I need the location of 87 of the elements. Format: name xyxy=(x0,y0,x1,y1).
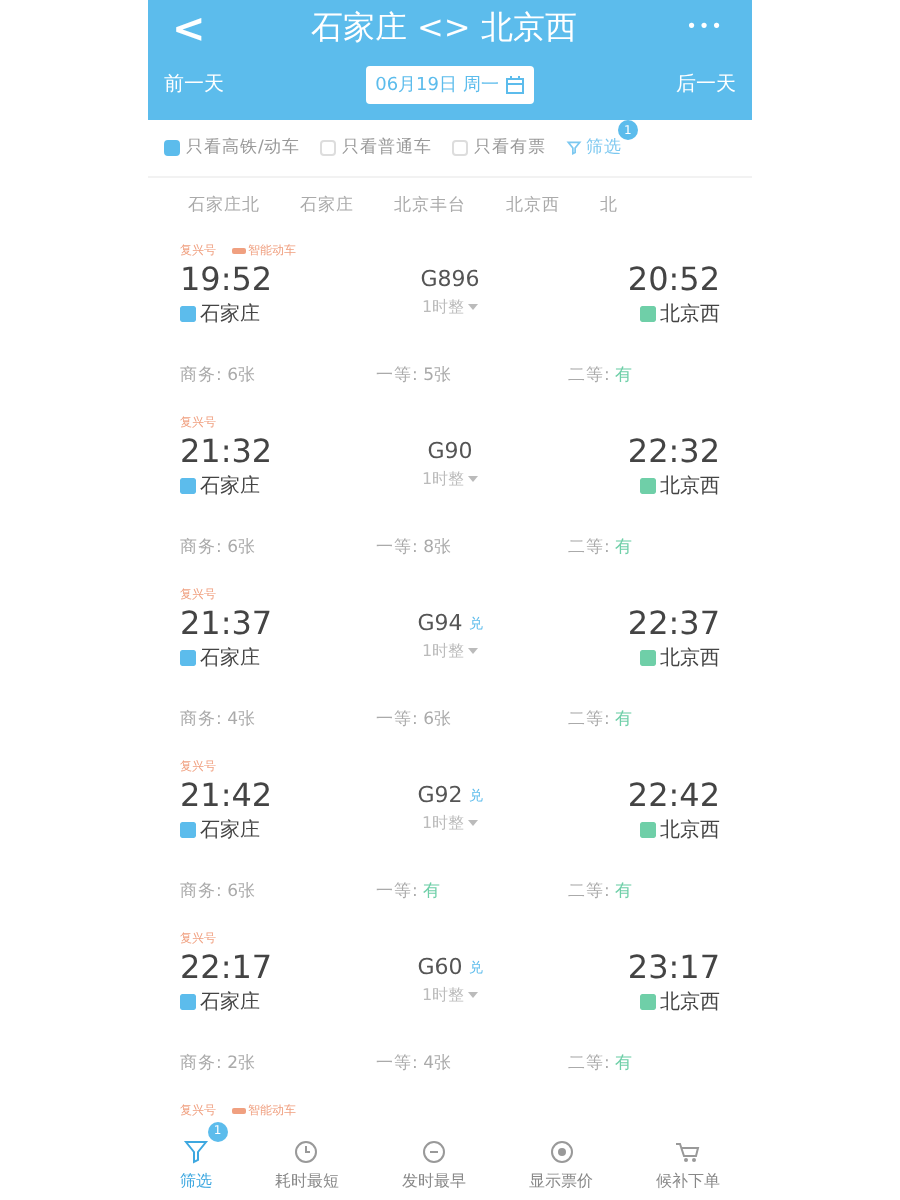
prev-day-button[interactable]: 前一天 xyxy=(164,70,224,98)
filter-label: 只看高铁/动车 xyxy=(186,136,300,160)
arrive-time: 22:37 xyxy=(627,604,720,644)
bottom-tab[interactable]: 显示票价 xyxy=(529,1137,594,1191)
next-day-button[interactable]: 后一天 xyxy=(675,70,736,98)
station-tab[interactable]: 北京西 xyxy=(506,194,560,218)
filter-icon xyxy=(565,140,582,156)
station-name: 石家庄 xyxy=(200,473,260,500)
filter-icon xyxy=(181,1137,210,1165)
station-tab[interactable]: 北京丰台 xyxy=(394,194,466,218)
seat-availability: 一等: 6张 xyxy=(374,708,454,732)
filter-label: 只看普通车 xyxy=(341,136,432,160)
back-button[interactable]: < xyxy=(164,4,214,52)
arrive-time: 22:32 xyxy=(627,432,720,472)
station-name: 石家庄 xyxy=(200,645,260,672)
station-name: 北京西 xyxy=(660,817,720,844)
train-number: G94 xyxy=(417,610,463,636)
depart-time: 21:32 xyxy=(180,432,275,472)
filter-label: 只看有票 xyxy=(473,136,546,160)
station-name: 石家庄 xyxy=(200,989,260,1016)
duration: 1时整 xyxy=(421,296,465,318)
depart-time: 21:42 xyxy=(180,776,275,816)
duration: 1时整 xyxy=(421,640,465,662)
station-tab[interactable]: 石家庄北 xyxy=(188,194,260,218)
filter-checkbox[interactable]: 只看有票 xyxy=(451,136,546,160)
station-name: 北京西 xyxy=(660,301,720,328)
station-name: 北京西 xyxy=(660,989,720,1016)
seat-availability: 二等: 有 xyxy=(566,536,636,560)
seat-availability: 商务: 4张 xyxy=(180,708,258,732)
terminus-icon xyxy=(640,822,656,838)
seat-availability: 一等: 5张 xyxy=(374,364,454,388)
terminus-icon xyxy=(640,478,656,494)
station-name: 石家庄 xyxy=(200,301,260,328)
bottom-tab[interactable]: 发时最早 xyxy=(401,1137,466,1191)
seat-availability: 二等: 有 xyxy=(566,1052,636,1076)
train-number: G896 xyxy=(420,266,480,292)
train-number: G60 xyxy=(417,954,463,980)
station-tab[interactable]: 石家庄 xyxy=(300,194,354,218)
origin-icon xyxy=(180,306,196,322)
terminus-icon xyxy=(640,994,656,1010)
bottom-tab[interactable]: 候补下单 xyxy=(656,1137,721,1191)
arrive-time: 22:42 xyxy=(627,776,720,816)
seat-availability: 二等: 有 xyxy=(566,880,636,904)
seat-availability: 二等: 有 xyxy=(566,364,636,388)
duration: 1时整 xyxy=(421,812,465,834)
origin-icon xyxy=(180,650,196,666)
caret-icon xyxy=(468,992,479,998)
filter-checkbox[interactable]: 只看高铁/动车 xyxy=(164,136,300,160)
seat-availability: 商务: 2张 xyxy=(180,1052,258,1076)
calendar-icon xyxy=(506,75,525,93)
station-name: 北京西 xyxy=(660,473,720,500)
caret-icon xyxy=(468,304,479,310)
cart-icon xyxy=(674,1137,703,1165)
station-name: 北京西 xyxy=(660,645,720,672)
seat-availability: 一等: 有 xyxy=(374,880,444,904)
route-title: 石家庄 <> 北京西 xyxy=(310,7,577,49)
seat-availability: 商务: 6张 xyxy=(180,880,258,904)
arrive-time: 20:52 xyxy=(627,260,720,300)
terminus-icon xyxy=(640,306,656,322)
seat-availability: 一等: 8张 xyxy=(374,536,454,560)
train-number: G90 xyxy=(427,438,473,464)
caret-icon xyxy=(468,476,479,482)
terminus-icon xyxy=(640,650,656,666)
depart-time: 21:37 xyxy=(180,604,275,644)
depart-time: 22:17 xyxy=(180,948,275,988)
station-tab[interactable]: 北 xyxy=(600,194,618,218)
train-number: G92 xyxy=(417,782,463,808)
filter-checkbox[interactable]: 只看普通车 xyxy=(319,136,432,160)
origin-icon xyxy=(180,994,196,1010)
date-picker[interactable]: 06月19日 周一 xyxy=(365,65,535,103)
seat-availability: 一等: 4张 xyxy=(374,1052,454,1076)
bottom-tab[interactable]: 耗时最短 xyxy=(274,1137,339,1191)
station-name: 石家庄 xyxy=(200,817,260,844)
bottom-tab[interactable]: 筛选 xyxy=(179,1137,212,1191)
caret-icon xyxy=(468,820,479,826)
more-button[interactable]: ••• xyxy=(674,16,736,40)
seat-availability: 二等: 有 xyxy=(566,708,636,732)
arrive-time: 23:17 xyxy=(627,948,720,988)
duration: 1时整 xyxy=(421,468,465,490)
seat-availability: 商务: 6张 xyxy=(180,364,258,388)
filter-button[interactable]: 筛选 xyxy=(565,136,622,160)
origin-icon xyxy=(180,822,196,838)
origin-icon xyxy=(180,478,196,494)
depart-time: 19:52 xyxy=(180,260,275,300)
seat-availability: 商务: 6张 xyxy=(180,536,258,560)
duration: 1时整 xyxy=(421,984,465,1006)
caret-icon xyxy=(468,648,479,654)
